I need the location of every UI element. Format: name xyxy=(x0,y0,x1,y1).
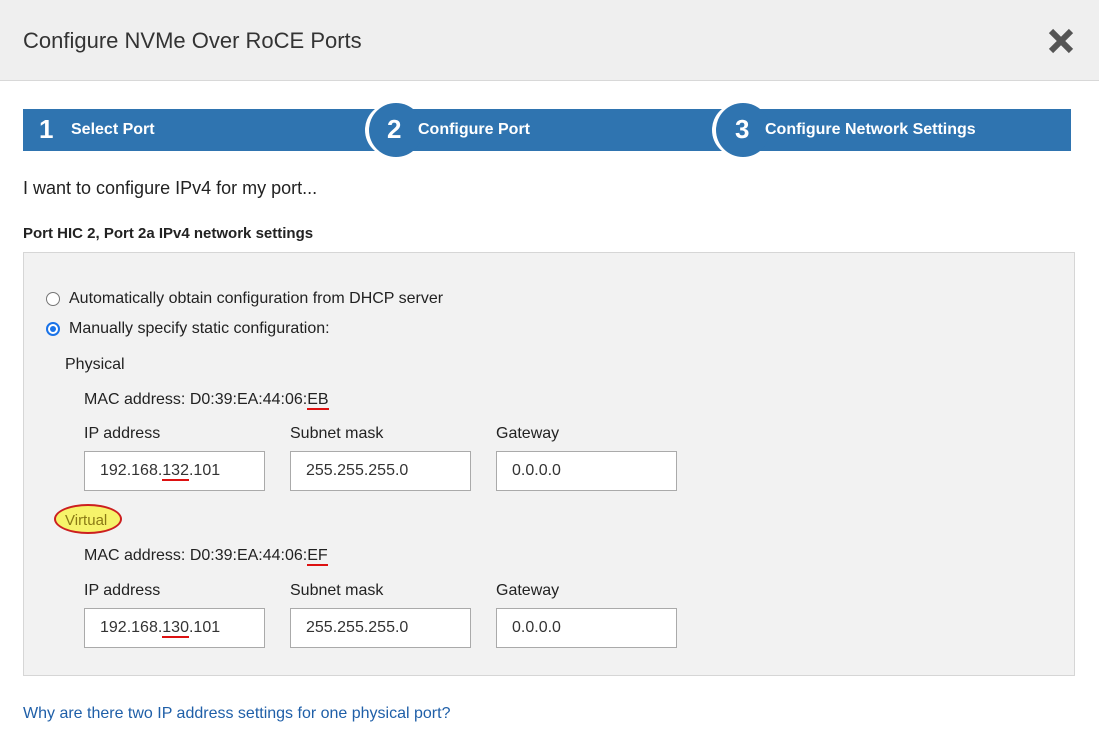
physical-heading: Physical xyxy=(65,356,125,373)
step-configure-network-settings: 3 Configure Network Settings xyxy=(728,109,1071,151)
physical-subnet-input[interactable]: 255.255.255.0 xyxy=(290,451,471,491)
ip-part-highlighted: 130 xyxy=(162,619,189,638)
virtual-gateway-input[interactable]: 0.0.0.0 xyxy=(496,608,677,648)
step-label: Configure Port xyxy=(418,121,530,138)
static-radio[interactable] xyxy=(46,322,60,336)
dhcp-radio[interactable] xyxy=(46,292,60,306)
dhcp-label: Automatically obtain configuration from … xyxy=(69,290,444,307)
mac-suffix: EF xyxy=(307,547,328,566)
physical-gateway-input[interactable]: 0.0.0.0 xyxy=(496,451,677,491)
ip-part: .101 xyxy=(188,619,221,636)
step-number: 1 xyxy=(39,114,54,144)
help-link[interactable]: Why are there two IP address settings fo… xyxy=(23,705,450,723)
step-select-port: 1 Select Port xyxy=(23,109,373,151)
ip-part: .101 xyxy=(188,462,221,479)
static-label: Manually specify static configuration: xyxy=(69,320,330,337)
physical-ip-input[interactable]: 192.168.132.101 xyxy=(84,451,265,491)
dialog-header: Configure NVMe Over RoCE Ports xyxy=(0,0,1099,81)
dialog-title: Configure NVMe Over RoCE Ports xyxy=(23,28,362,53)
mac-prefix: MAC address: D0:39:EA:44:06: xyxy=(84,547,308,564)
ip-part-highlighted: 132 xyxy=(162,462,189,481)
step-number: 3 xyxy=(735,114,750,144)
dhcp-option[interactable]: Automatically obtain configuration from … xyxy=(46,290,443,308)
virtual-subnet-input[interactable]: 255.255.255.0 xyxy=(290,608,471,648)
step-label: Configure Network Settings xyxy=(765,121,976,138)
mac-suffix: EB xyxy=(307,391,329,410)
intro-text: I want to configure IPv4 for my port... xyxy=(23,178,318,198)
physical-gateway-label: Gateway xyxy=(496,425,560,442)
ip-part: 192.168. xyxy=(100,462,163,479)
virtual-subnet-label: Subnet mask xyxy=(290,582,384,599)
close-icon[interactable] xyxy=(1046,26,1076,56)
section-title: Port HIC 2, Port 2a IPv4 network setting… xyxy=(23,225,314,242)
virtual-mac-address: MAC address: D0:39:EA:44:06:EF xyxy=(84,547,328,566)
virtual-heading: Virtual xyxy=(65,512,108,529)
virtual-ip-input[interactable]: 192.168.130.101 xyxy=(84,608,265,648)
physical-ip-label: IP address xyxy=(84,425,161,442)
static-option[interactable]: Manually specify static configuration: xyxy=(46,320,330,338)
step-number: 2 xyxy=(387,114,402,144)
virtual-ip-label: IP address xyxy=(84,582,161,599)
step-configure-port: 2 Configure Port xyxy=(383,109,713,151)
step-label: Select Port xyxy=(71,121,155,138)
physical-subnet-label: Subnet mask xyxy=(290,425,384,442)
physical-mac-address: MAC address: D0:39:EA:44:06:EB xyxy=(84,391,329,410)
virtual-gateway-label: Gateway xyxy=(496,582,560,599)
mac-prefix: MAC address: D0:39:EA:44:06: xyxy=(84,391,308,408)
ip-part: 192.168. xyxy=(100,619,163,636)
wizard-steps: 1 Select Port 2 Configure Port 3 Configu… xyxy=(23,103,1071,157)
